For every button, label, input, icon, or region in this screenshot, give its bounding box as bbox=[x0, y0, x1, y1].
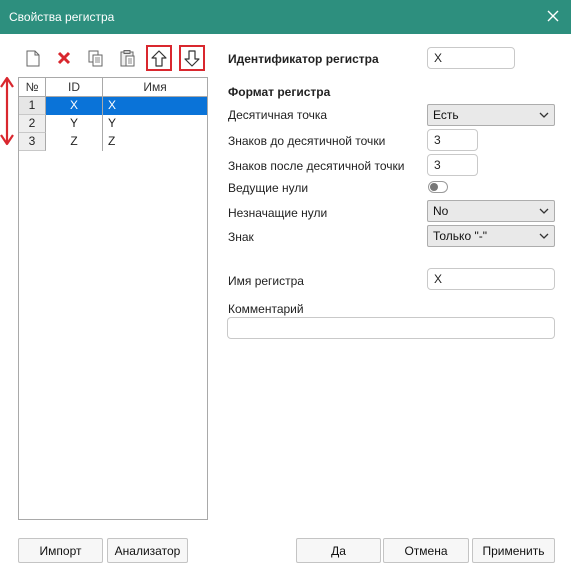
row-name: Z bbox=[108, 134, 116, 148]
sign-label: Знак bbox=[228, 230, 254, 244]
leading-zeros-toggle[interactable] bbox=[428, 181, 448, 193]
row-number: 3 bbox=[19, 133, 46, 151]
move-down-button[interactable] bbox=[179, 45, 205, 71]
copy-icon[interactable] bbox=[85, 47, 107, 69]
cancel-button[interactable]: Отмена bbox=[383, 538, 469, 563]
chevron-down-icon bbox=[539, 208, 549, 214]
row-name: X bbox=[103, 97, 207, 115]
toggle-knob bbox=[430, 183, 438, 191]
window-title: Свойства регистра bbox=[9, 10, 115, 24]
table-row[interactable]: 1 X X bbox=[19, 97, 207, 115]
new-file-icon[interactable] bbox=[22, 47, 44, 69]
trailing-zeros-value: No bbox=[433, 204, 449, 218]
register-name-label: Имя регистра bbox=[228, 274, 304, 288]
leading-zeros-label: Ведущие нули bbox=[228, 181, 309, 195]
digits-after-label: Знаков после десятичной точки bbox=[228, 159, 405, 173]
import-button[interactable]: Импорт bbox=[18, 538, 103, 563]
row-number: 2 bbox=[19, 115, 46, 133]
digits-after-input[interactable] bbox=[427, 154, 478, 176]
trailing-zeros-select[interactable]: No bbox=[427, 200, 555, 222]
sign-select[interactable]: Только "-" bbox=[427, 225, 555, 247]
chevron-down-icon bbox=[539, 112, 549, 118]
decimal-point-select[interactable]: Есть bbox=[427, 104, 555, 126]
decimal-point-value: Есть bbox=[433, 108, 459, 122]
column-header-name[interactable]: Имя bbox=[103, 78, 207, 96]
format-section-title: Формат регистра bbox=[228, 85, 331, 99]
paste-icon[interactable] bbox=[117, 47, 139, 69]
row-name: Y bbox=[108, 116, 117, 130]
delete-icon[interactable] bbox=[53, 47, 75, 69]
row-id: Y bbox=[46, 115, 103, 133]
ok-button[interactable]: Да bbox=[296, 538, 381, 563]
row-id: Z bbox=[46, 133, 103, 151]
chevron-down-icon bbox=[539, 233, 549, 239]
table-header: № ID Имя bbox=[19, 78, 207, 97]
identifier-input[interactable] bbox=[427, 47, 515, 69]
title-bar: Свойства регистра bbox=[0, 0, 571, 34]
analyzer-button[interactable]: Анализатор bbox=[107, 538, 188, 563]
table-row[interactable]: 2 Y Y bbox=[19, 115, 207, 133]
comment-input[interactable] bbox=[227, 317, 555, 339]
digits-before-label: Знаков до десятичной точки bbox=[228, 134, 386, 148]
decimal-point-label: Десятичная точка bbox=[228, 108, 328, 122]
close-icon[interactable] bbox=[543, 6, 563, 26]
register-name-input[interactable] bbox=[427, 268, 555, 290]
row-id: X bbox=[46, 97, 103, 115]
row-number: 1 bbox=[19, 97, 46, 115]
table-row[interactable]: 3 Z Z bbox=[19, 133, 207, 151]
column-header-num[interactable]: № bbox=[19, 78, 46, 96]
identifier-label: Идентификатор регистра bbox=[228, 52, 379, 66]
sign-value: Только "-" bbox=[433, 229, 487, 243]
apply-button[interactable]: Применить bbox=[472, 538, 555, 563]
comment-label: Комментарий bbox=[228, 302, 304, 316]
digits-before-input[interactable] bbox=[427, 129, 478, 151]
trailing-zeros-label: Незначащие нули bbox=[228, 206, 328, 220]
column-header-id[interactable]: ID bbox=[46, 78, 103, 96]
move-up-button[interactable] bbox=[146, 45, 172, 71]
move-up-icon bbox=[151, 49, 167, 67]
reorder-arrow-icon bbox=[0, 76, 14, 146]
move-down-icon bbox=[184, 49, 200, 67]
register-table[interactable]: № ID Имя 1 X X 2 Y Y 3 Z Z bbox=[18, 77, 208, 520]
